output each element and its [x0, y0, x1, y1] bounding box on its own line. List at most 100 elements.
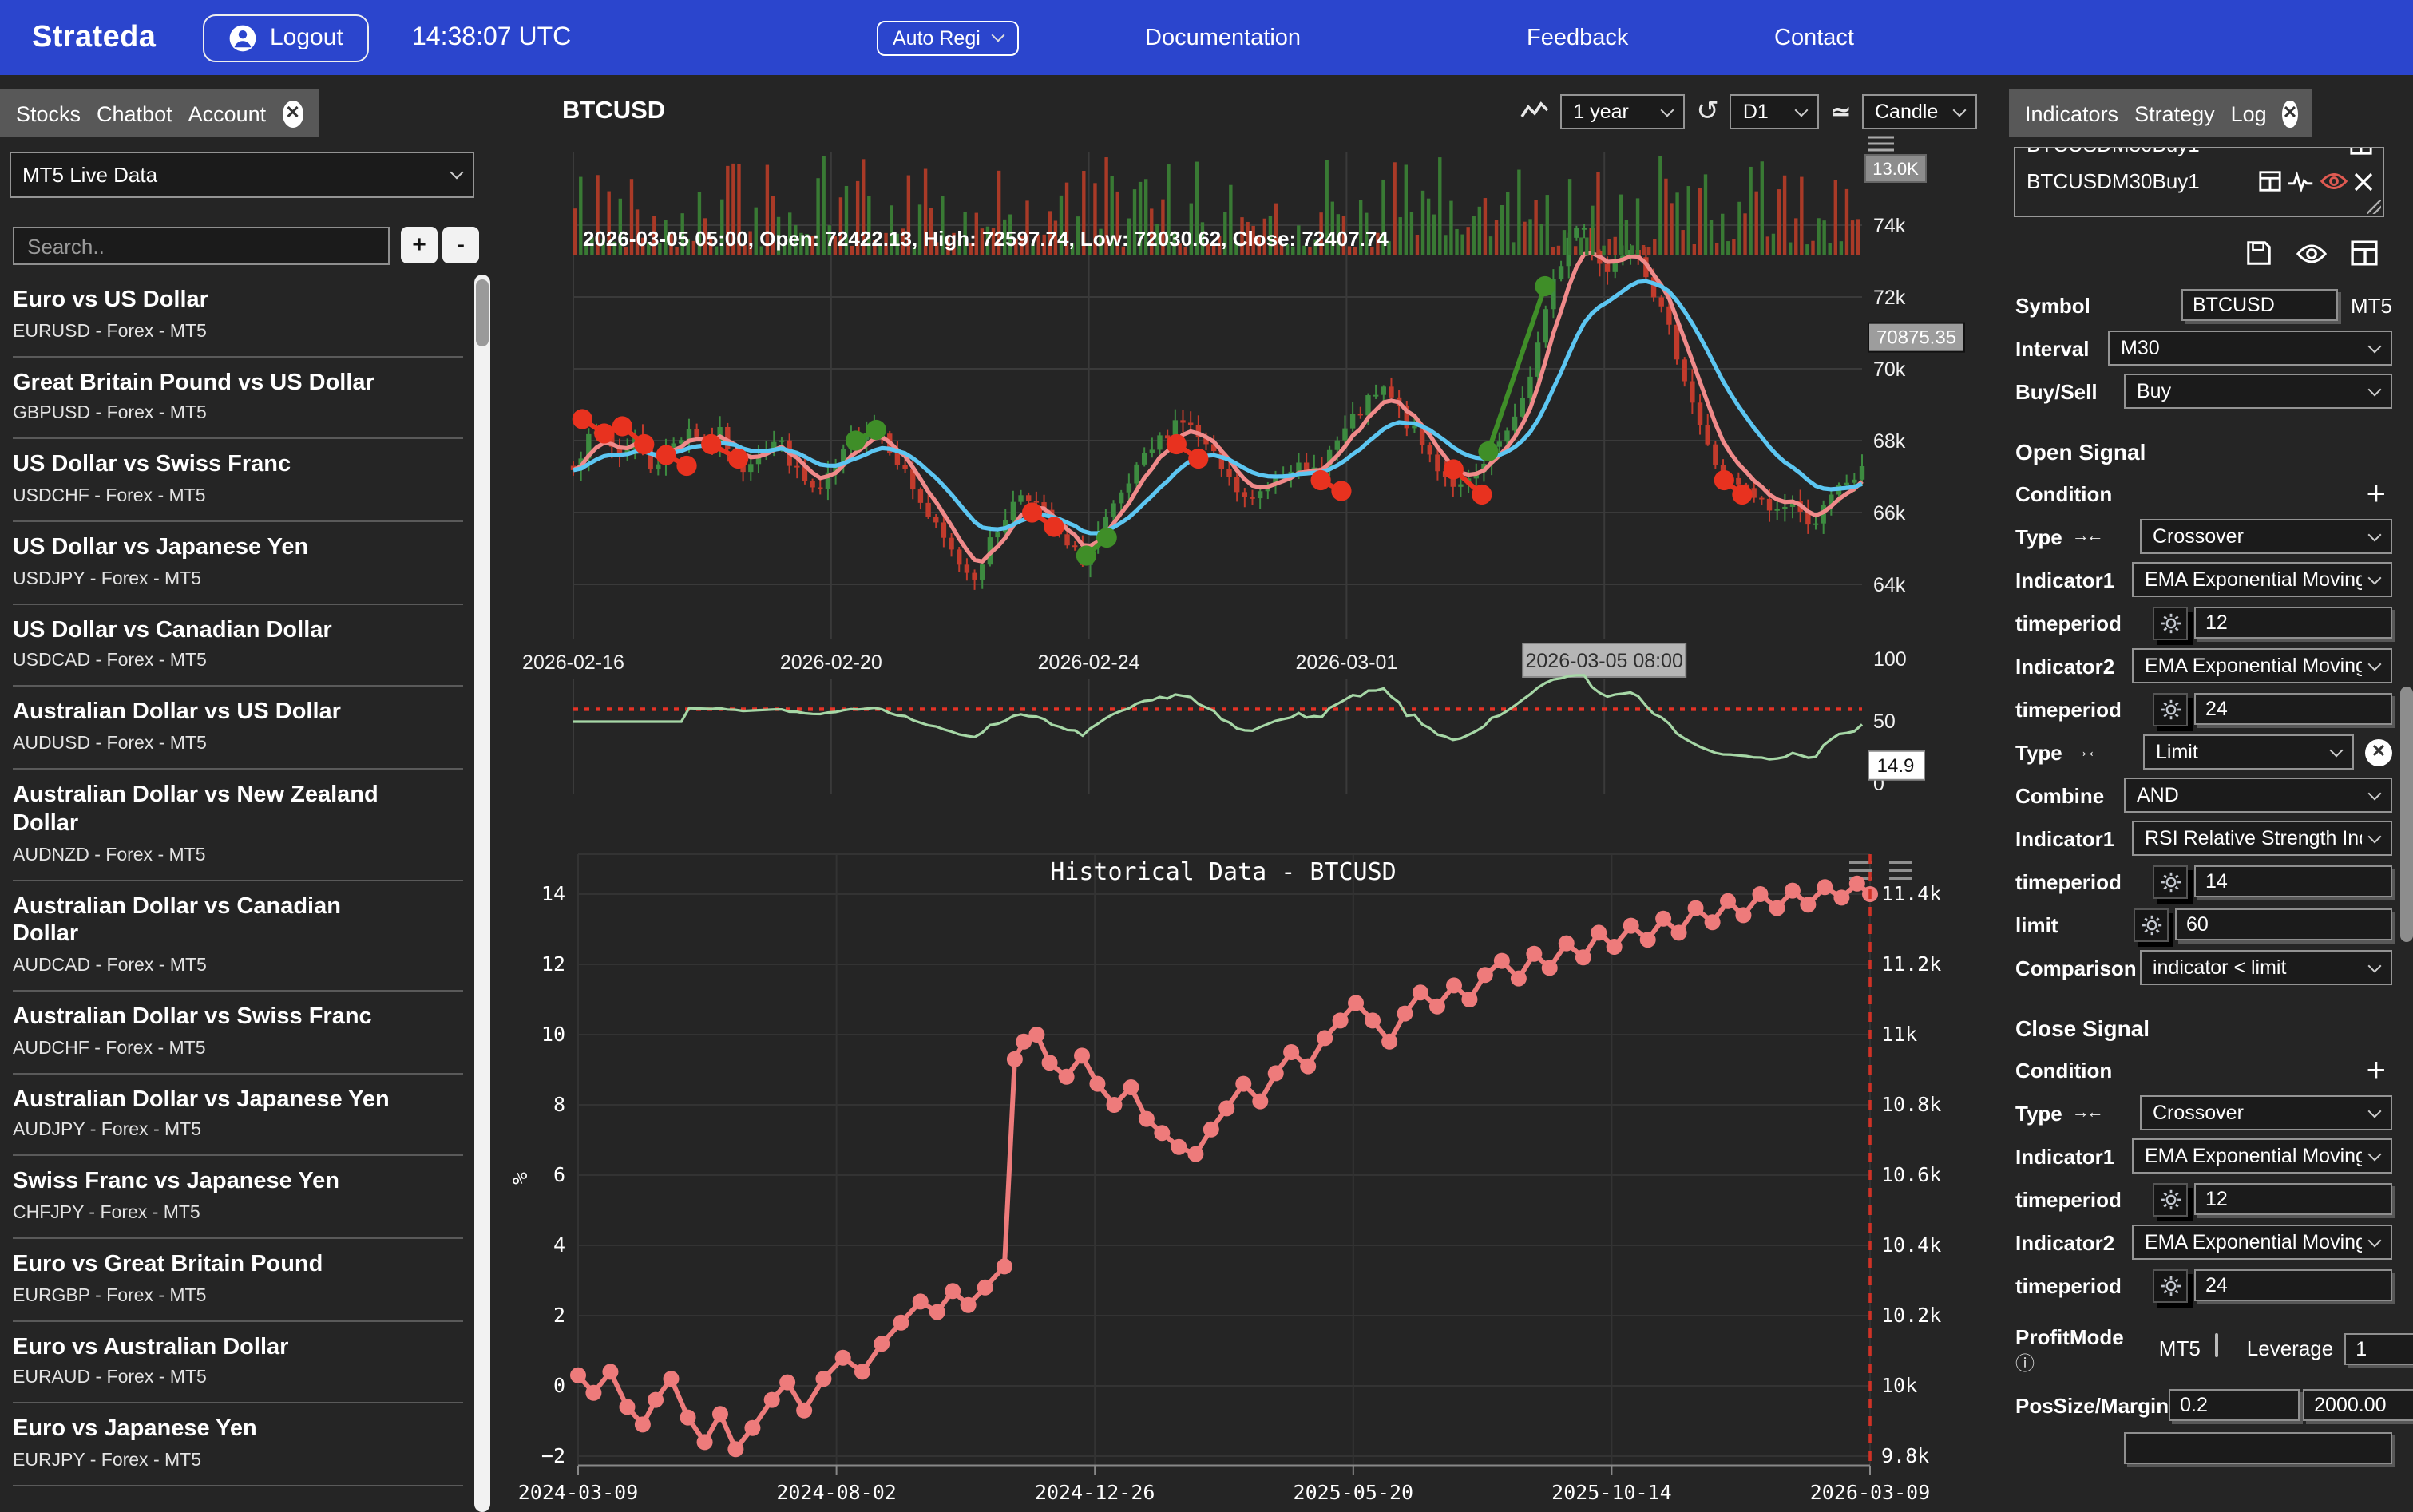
tab-stocks[interactable]: Stocks [16, 101, 81, 125]
type-label: Type [2015, 740, 2062, 764]
instrument-title: Euro vs Great Britain Pound [13, 1252, 412, 1280]
instrument-list-item[interactable]: Australian Dollar vs New Zealand DollarA… [13, 770, 463, 881]
symbol-suffix: MT5 [2351, 293, 2392, 317]
historical-chart[interactable]: Historical Data - BTCUSD14121086420−211.… [495, 849, 2009, 1512]
svg-text:13.0K: 13.0K [1872, 159, 1919, 179]
close-type-select[interactable]: Crossover [2140, 1095, 2392, 1130]
logout-label: Logout [270, 24, 343, 51]
save-icon[interactable] [2245, 239, 2272, 267]
leverage-input[interactable] [2344, 1333, 2413, 1365]
instrument-list-item[interactable]: US Dollar vs Swiss FrancUSDCHF - Forex -… [13, 440, 463, 522]
eye-icon[interactable] [2296, 242, 2327, 264]
strategy-list-item[interactable]: BTCUSDM30Buy1 [2027, 169, 2373, 193]
close-indicator1-select[interactable]: EMA Exponential Moving Avera [2132, 1138, 2392, 1174]
instrument-list-item[interactable]: Euro vs Great Britain PoundEURGBP - Fore… [13, 1239, 463, 1321]
svg-text:70k: 70k [1873, 358, 1906, 381]
tab-log[interactable]: Log [2231, 101, 2267, 125]
instrument-list-item[interactable]: Euro vs US DollarEURUSD - Forex - MT5 [13, 275, 463, 357]
interval-select[interactable]: M30 [2108, 331, 2392, 366]
auto-regi-value: Auto Regi [893, 26, 981, 49]
tab-chatbot[interactable]: Chatbot [97, 101, 172, 125]
nav-link-contact[interactable]: Contact [1774, 25, 1854, 50]
limit-input[interactable] [2175, 908, 2392, 940]
instrument-list-item[interactable]: Australian Dollar vs US DollarAUDUSD - F… [13, 687, 463, 770]
instrument-list-item[interactable]: US Dollar vs Canadian DollarUSDCAD - For… [13, 605, 463, 687]
open-timeperiod1-input[interactable] [2194, 607, 2392, 639]
svg-text:100: 100 [1873, 648, 1907, 671]
open-rsi-select[interactable]: RSI Relative Strength Index [2132, 821, 2392, 856]
info-icon[interactable]: ⓘ [2015, 1354, 2124, 1373]
chevron-down-icon [991, 29, 1004, 42]
instrument-list-item[interactable]: Australian Dollar vs Canadian DollarAUDC… [13, 881, 463, 992]
instrument-list-item[interactable]: Euro vs Australian DollarEURAUD - Forex … [13, 1321, 463, 1403]
mt5-checkbox[interactable] [2215, 1333, 2218, 1357]
sidebar-tabs-close-icon[interactable]: ✕ [282, 100, 303, 127]
tab-strategy[interactable]: Strategy [2134, 101, 2215, 125]
buysell-select[interactable]: Buy [2124, 374, 2392, 409]
auto-regi-select[interactable]: Auto Regi [877, 20, 1019, 55]
nav-link-feedback[interactable]: Feedback [1527, 25, 1628, 50]
condition-row: Condition + [2015, 1052, 2392, 1087]
tab-account[interactable]: Account [188, 101, 267, 125]
close-timeperiod2-input[interactable] [2194, 1269, 2392, 1301]
strategy-list[interactable]: BTCUSDM30Buy1 BTCUSDM30Buy1 [2014, 147, 2384, 217]
logout-button[interactable]: Logout [203, 14, 369, 61]
add-button[interactable]: + [401, 227, 438, 263]
close-icon[interactable] [2354, 172, 2373, 191]
sidebar-scrollbar[interactable] [474, 275, 490, 1512]
symbol-input[interactable] [2181, 289, 2338, 321]
grid-icon[interactable] [2349, 147, 2373, 156]
add-condition-icon[interactable]: + [2366, 1053, 2386, 1087]
instrument-list-item[interactable]: Australian Dollar vs Japanese YenAUDJPY … [13, 1074, 463, 1156]
instrument-list-item[interactable]: US Dollar vs Japanese YenUSDJPY - Forex … [13, 522, 463, 604]
open-type2-select[interactable]: Limit [2143, 734, 2354, 770]
strategy-list-item-clipped[interactable]: BTCUSDM30Buy1 [2027, 147, 2373, 156]
svg-text:Historical Data - BTCUSD: Historical Data - BTCUSD [1050, 858, 1396, 886]
symbol-row: Symbol MT5 [2015, 287, 2392, 323]
gear-icon[interactable] [2153, 606, 2188, 639]
instrument-title: Euro vs US Dollar [13, 287, 412, 315]
remove-button[interactable]: - [442, 227, 479, 263]
comparison-select[interactable]: indicator < limit [2140, 950, 2392, 985]
instrument-list-item[interactable]: Swiss Franc vs Japanese YenCHFJPY - Fore… [13, 1157, 463, 1239]
sidebar-scrollbar-thumb[interactable] [476, 279, 489, 346]
search-input[interactable] [13, 227, 390, 265]
close-indicator2-select[interactable]: EMA Exponential Moving Avera [2132, 1225, 2392, 1260]
tab-indicators[interactable]: Indicators [2025, 101, 2118, 125]
nav-link-documentation[interactable]: Documentation [1145, 25, 1301, 50]
instrument-list-item[interactable]: Euro vs Japanese YenEURJPY - Forex - MT5 [13, 1404, 463, 1486]
svg-text:2026-03-05 08:00: 2026-03-05 08:00 [1526, 650, 1683, 672]
grid-icon[interactable] [2258, 169, 2282, 193]
pulse-icon[interactable] [2288, 170, 2314, 192]
close-timeperiod1-input[interactable] [2194, 1183, 2392, 1215]
open-type-select[interactable]: Crossover [2140, 519, 2392, 554]
svg-text:6: 6 [553, 1163, 565, 1186]
combine-select[interactable]: AND [2124, 778, 2392, 813]
panel-tabs-close-icon[interactable]: ✕ [2283, 100, 2297, 127]
timeperiod-label: timeperiod [2015, 1187, 2122, 1211]
add-condition-icon[interactable]: + [2366, 477, 2386, 510]
remove-condition-icon[interactable]: ✕ [2365, 738, 2392, 766]
gear-icon[interactable] [2153, 692, 2188, 726]
gear-icon[interactable] [2134, 908, 2169, 941]
rsi-timeperiod-input[interactable] [2194, 865, 2392, 897]
gear-icon[interactable] [2153, 865, 2188, 898]
panel-scrollbar-thumb[interactable] [2400, 687, 2413, 942]
gear-icon[interactable] [2153, 1269, 2188, 1302]
price-chart[interactable]: 13.0K2026-03-05 05:00, Open: 72422.13, H… [495, 75, 2009, 813]
open-timeperiod2-input[interactable] [2194, 693, 2392, 725]
data-source-select[interactable]: MT5 Live Data [10, 152, 474, 198]
clipped-input[interactable] [2124, 1432, 2392, 1464]
instrument-list-item[interactable]: Australian Dollar vs Swiss FrancAUDCHF -… [13, 992, 463, 1074]
svg-text:2025-05-20: 2025-05-20 [1294, 1481, 1414, 1504]
resize-grip[interactable] [2367, 200, 2381, 214]
instrument-list-item[interactable]: Great Britain Pound vs US DollarGBPUSD -… [13, 357, 463, 439]
grid-icon[interactable] [2351, 239, 2378, 267]
timeperiod-label: timeperiod [2015, 611, 2122, 635]
visibility-icon[interactable] [2320, 171, 2348, 192]
margin-input[interactable] [2303, 1389, 2413, 1421]
open-indicator1-select[interactable]: EMA Exponential Moving Avera [2132, 562, 2392, 597]
possize-input[interactable] [2169, 1389, 2300, 1421]
gear-icon[interactable] [2153, 1182, 2188, 1216]
open-indicator2-select[interactable]: EMA Exponential Moving Avera [2132, 648, 2392, 683]
